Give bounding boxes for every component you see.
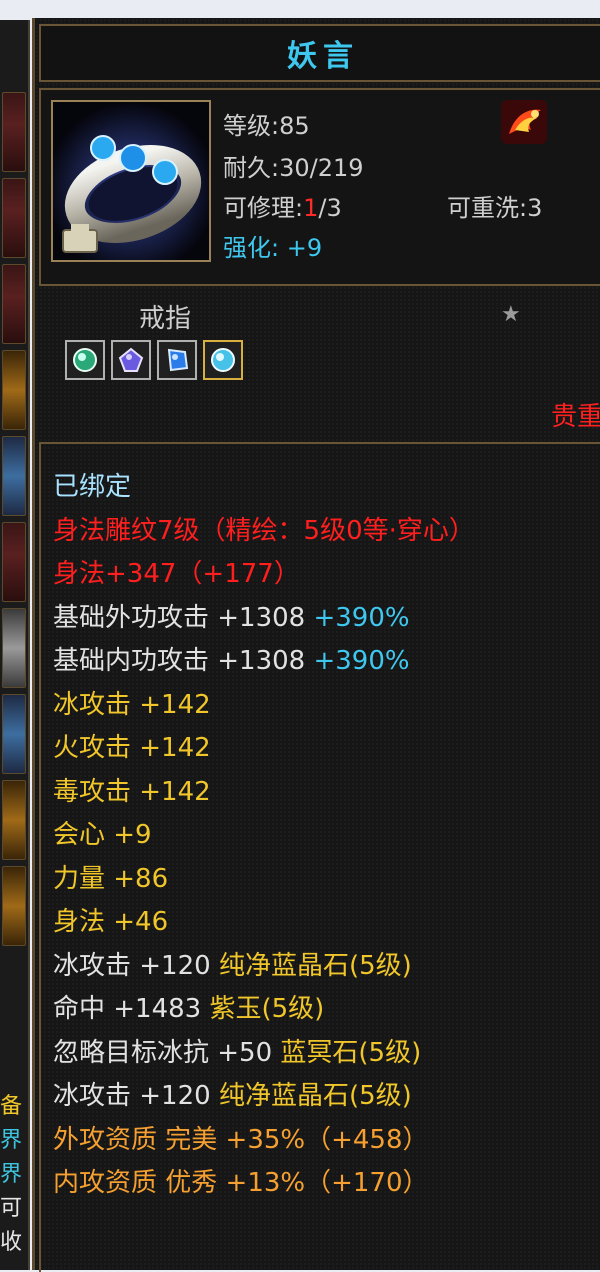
equipment-slot[interactable] <box>2 522 26 602</box>
attribute-text: 基础外功攻击 +1308 <box>53 602 306 633</box>
equipment-slot[interactable] <box>2 436 26 516</box>
attribute-line: 基础外功攻击 +1308 +390% <box>53 597 475 641</box>
attribute-extra: 纯净蓝晶石(5级) <box>210 1081 412 1111</box>
attribute-extra: 纯净蓝晶石(5级) <box>210 950 412 981</box>
sidebar-label: 界 <box>0 1162 23 1187</box>
attribute-text: 身法雕纹7级（精绘：5级0等·穿心） <box>53 515 475 546</box>
attribute-text: 火攻击 +142 <box>53 733 211 763</box>
equipment-slot[interactable] <box>2 350 26 430</box>
attribute-line: 身法 +46 <box>53 901 475 945</box>
sidebar-label: 界 <box>0 1128 23 1153</box>
item-icon-frame[interactable] <box>51 100 211 262</box>
equipment-slot[interactable] <box>2 694 26 774</box>
attribute-text: 命中 +1483 <box>53 994 202 1024</box>
item-level: 等级:85 <box>223 112 310 140</box>
attribute-line: 火攻击 +142 <box>53 727 475 771</box>
sidebar-labels: 备 界 界 可 收 <box>0 1090 28 1260</box>
attribute-list: 已绑定身法雕纹7级（精绘：5级0等·穿心） 身法+347（+177） 基础外功攻击 … <box>53 466 475 1206</box>
item-name: 妖言 <box>287 39 359 74</box>
item-attributes: 已绑定身法雕纹7级（精绘：5级0等·穿心） 身法+347（+177） 基础外功攻击 … <box>39 442 600 1272</box>
item-header: 等级:85 耐久:30/219 可修理:1/3 可重洗:3 强化: +9 <box>39 88 600 286</box>
gem-purple-icon <box>118 347 144 372</box>
equipment-slot[interactable] <box>2 866 26 946</box>
phoenix-emblem-icon <box>501 100 547 144</box>
tooltip-title-bar: 妖言 <box>39 24 600 82</box>
attribute-line: 外攻资质 完美 +35%（+458） <box>53 1119 475 1163</box>
item-tooltip: 妖言 等级:85 耐久:30/219 可修理:1/3 可重洗:3 强化: +9 … <box>32 18 600 1272</box>
item-rewash: 可重洗:3 <box>447 194 543 222</box>
attribute-line: 冰攻击 +120 纯净蓝晶石(5级) <box>53 945 475 989</box>
attribute-text: 忽略目标冰抗 +50 <box>53 1037 273 1068</box>
attribute-text: 内攻资质 优秀 +13%（+170） <box>53 1168 429 1198</box>
repair-total: /3 <box>318 194 342 222</box>
sidebar-label: 备 <box>0 1094 23 1119</box>
attribute-line: 内攻资质 优秀 +13%（+170） <box>53 1162 475 1206</box>
attribute-line: 力量 +86 <box>53 858 475 902</box>
attribute-line: 毒攻击 +142 <box>53 771 475 815</box>
gem-socket[interactable] <box>111 340 151 380</box>
attribute-extra: +390% <box>305 602 410 633</box>
item-rarity: 贵重 <box>550 402 600 432</box>
attribute-text: 冰攻击 +142 <box>53 689 211 720</box>
item-durability: 耐久:30/219 <box>223 154 364 182</box>
attribute-line: 命中 +1483 紫玉(5级) <box>53 988 475 1032</box>
attribute-text: 冰攻击 +120 <box>53 1081 211 1111</box>
inventory-sidebar: 备 界 界 可 收 <box>0 20 30 1270</box>
attribute-line: 忽略目标冰抗 +50 蓝冥石(5级) <box>53 1032 475 1076</box>
attribute-line: 冰攻击 +142 <box>53 684 475 728</box>
gem-blue-icon <box>167 348 189 372</box>
attribute-line: 基础内功攻击 +1308 +390% <box>53 640 475 684</box>
attribute-text: 身法 +46 <box>53 907 169 937</box>
attribute-text: 会心 +9 <box>53 820 152 850</box>
equipment-slot[interactable] <box>2 264 26 344</box>
attribute-line: 冰攻击 +120 纯净蓝晶石(5级) <box>53 1075 475 1119</box>
gem-socket[interactable] <box>203 340 243 380</box>
attribute-line: 身法雕纹7级（精绘：5级0等·穿心） <box>53 510 475 554</box>
sidebar-label: 可 <box>0 1196 23 1221</box>
attribute-text: 已绑定 <box>53 472 132 502</box>
attribute-line: 身法+347（+177） <box>53 553 475 597</box>
item-repair: 可修理:1/3 <box>223 188 342 223</box>
attribute-text: 身法+347（+177） <box>53 559 300 589</box>
gem-socket[interactable] <box>157 340 197 380</box>
star-icon: ★ <box>501 302 521 327</box>
attribute-extra: +390% <box>305 646 410 676</box>
item-enhance: 强化: +9 <box>223 234 323 262</box>
repair-label: 可修理: <box>223 194 304 222</box>
item-type: 戒指 <box>139 304 192 334</box>
repair-used: 1 <box>303 194 319 222</box>
attribute-text: 外攻资质 完美 +35%（+458） <box>53 1124 429 1155</box>
gem-socket[interactable] <box>65 340 105 380</box>
attribute-text: 力量 +86 <box>53 863 169 894</box>
attribute-text: 基础内功攻击 +1308 <box>53 646 306 676</box>
equipment-slot[interactable] <box>2 780 26 860</box>
equipment-slot[interactable] <box>2 178 26 258</box>
attribute-text: 毒攻击 +142 <box>53 776 211 807</box>
attribute-extra: 蓝冥石(5级) <box>272 1037 422 1068</box>
attribute-text: 冰攻击 +120 <box>53 950 211 981</box>
item-type-section: 戒指 ★ 贵重 <box>39 288 600 436</box>
sidebar-label: 收 <box>0 1230 23 1255</box>
gem-sockets <box>65 340 243 380</box>
gem-green-icon <box>73 348 97 372</box>
equipment-slot[interactable] <box>2 608 26 688</box>
ring-icon <box>53 102 209 260</box>
attribute-line: 已绑定 <box>53 466 475 510</box>
gem-cyan-icon <box>211 348 235 372</box>
attribute-line: 会心 +9 <box>53 814 475 858</box>
attribute-extra: 紫玉(5级) <box>201 994 325 1024</box>
equipment-slot[interactable] <box>2 92 26 172</box>
